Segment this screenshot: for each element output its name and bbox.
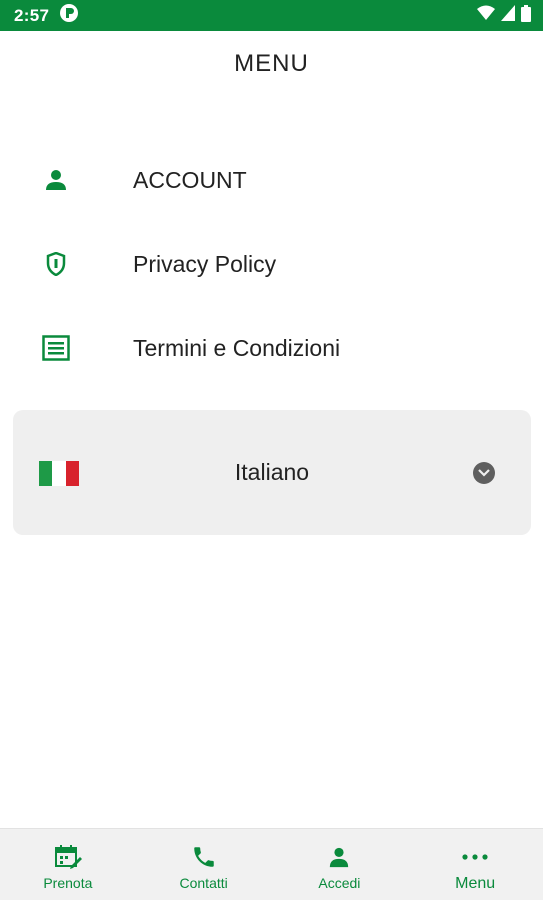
page-title: MENU [234,50,309,77]
person-icon [40,164,72,196]
signal-icon [501,5,515,26]
notification-icon [59,3,79,28]
nav-item-menu[interactable]: Menu [407,829,543,900]
language-selector[interactable]: Italiano [13,410,531,535]
nav-item-contatti[interactable]: Contatti [136,829,272,900]
nav-label: Menu [455,875,496,892]
menu-item-label: ACCOUNT [133,166,247,193]
phone-icon [190,843,218,871]
status-bar: 2:57 [0,0,543,31]
menu-item-terms[interactable]: Termini e Condizioni [0,306,543,390]
battery-icon [521,4,531,27]
nav-item-prenota[interactable]: Prenota [0,829,136,900]
language-selected-label: Italiano [234,459,310,485]
calendar-edit-icon [54,843,82,871]
status-left: 2:57 [14,3,79,28]
menu-list: ACCOUNT Privacy Policy Termini e Condizi… [0,138,543,390]
bottom-nav: Prenota Contatti Accedi Menu [0,828,543,900]
menu-item-account[interactable]: ACCOUNT [0,138,543,222]
status-time: 2:57 [14,5,50,25]
shield-icon [40,248,72,280]
wifi-icon [477,5,495,26]
nav-label: Contatti [179,875,228,891]
nav-item-accedi[interactable]: Accedi [272,829,408,900]
person-icon [325,843,353,871]
document-list-icon [40,332,72,364]
menu-item-privacy-policy[interactable]: Privacy Policy [0,222,543,306]
chevron-down-icon [473,462,495,484]
more-dots-icon [461,843,489,871]
menu-item-label: Termini e Condizioni [133,334,341,361]
nav-label: Accedi [318,875,361,891]
menu-item-label: Privacy Policy [133,250,277,277]
status-right [477,4,531,27]
nav-label: Prenota [43,875,93,891]
